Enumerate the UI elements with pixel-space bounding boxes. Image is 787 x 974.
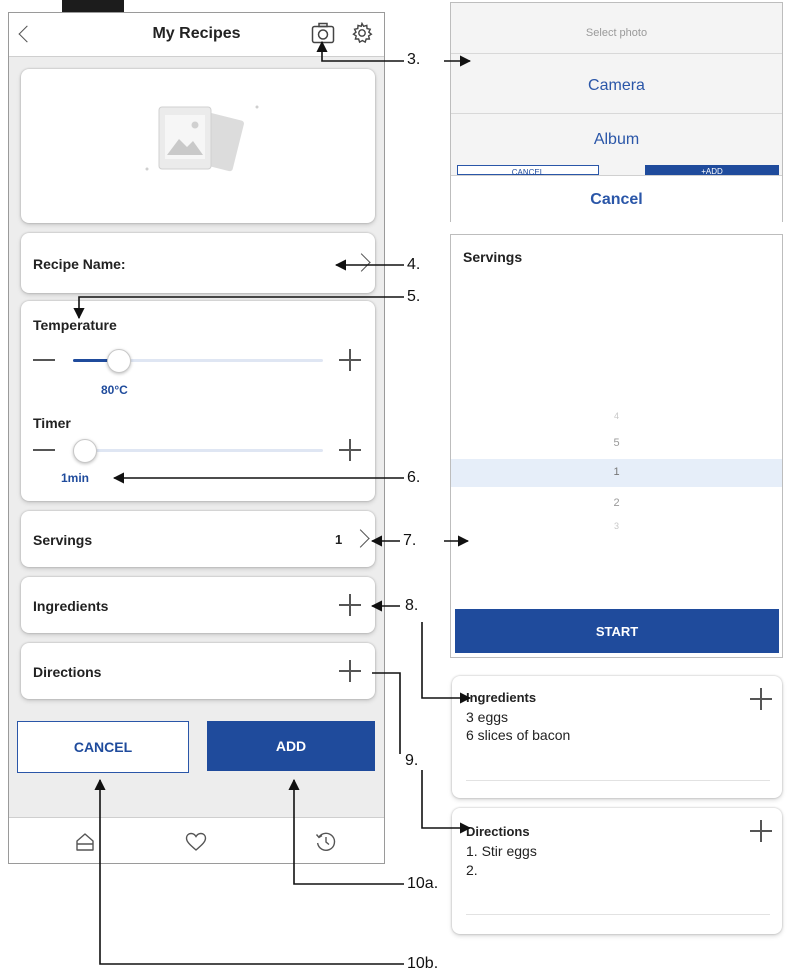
callout-7: 7. — [403, 532, 417, 549]
callout-10b: 10b. — [407, 955, 439, 972]
callout-6: 6. — [407, 469, 421, 486]
callout-9: 9. — [405, 752, 419, 769]
callout-4: 4. — [407, 256, 421, 273]
callout-8: 8. — [405, 597, 419, 614]
callout-5: 5. — [407, 288, 421, 305]
callout-3: 3. — [407, 51, 421, 68]
callout-10a: 10a. — [407, 875, 439, 892]
callout-lines — [73, 40, 472, 965]
